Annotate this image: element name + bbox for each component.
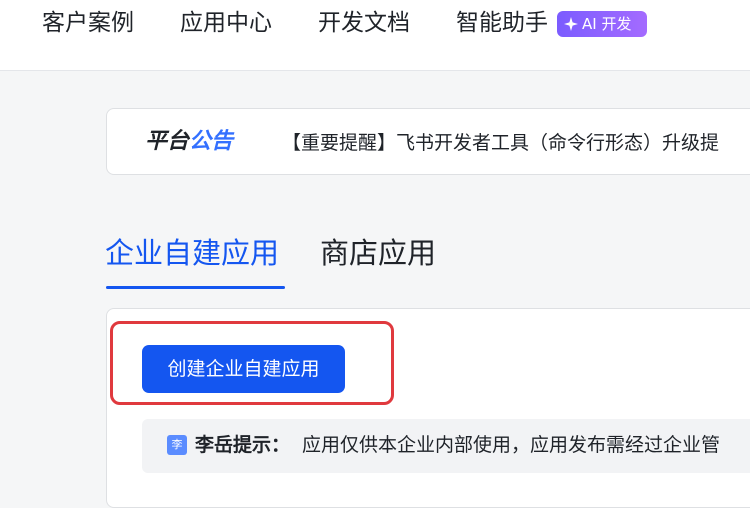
announcement-title: 平台公告 [145, 128, 233, 156]
active-tab-indicator [106, 286, 285, 289]
tip-author: 李岳提示： [195, 434, 291, 456]
tip-banner: 李 李岳提示： 应用仅供本企业内部使用，应用发布需经过企业管 [142, 419, 750, 473]
nav-item-assistant[interactable]: 智能助手 [456, 8, 548, 38]
nav-item-app-center[interactable]: 应用中心 [180, 8, 272, 38]
sparkle-icon [564, 17, 578, 31]
tab-store-apps[interactable]: 商店应用 [320, 235, 436, 271]
top-navigation: 客户案例 应用中心 开发文档 智能助手 AI 开发 [0, 0, 750, 71]
create-enterprise-app-button[interactable]: 创建企业自建应用 [142, 345, 345, 393]
announcement-title-part1: 平台 [145, 129, 190, 154]
nav-item-customer-cases[interactable]: 客户案例 [42, 8, 134, 38]
tab-enterprise-apps[interactable]: 企业自建应用 [105, 235, 279, 271]
announcement-text[interactable]: 【重要提醒】飞书开发者工具（命令行形态）升级提 [282, 131, 719, 155]
ai-badge-label: AI 开发 [582, 15, 632, 33]
nav-item-dev-docs[interactable]: 开发文档 [318, 8, 410, 38]
announcement-bar: 平台公告 【重要提醒】飞书开发者工具（命令行形态）升级提 [106, 108, 750, 175]
avatar: 李 [167, 435, 187, 455]
tip-text: 应用仅供本企业内部使用，应用发布需经过企业管 [302, 434, 721, 456]
announcement-title-part2: 公告 [189, 129, 234, 154]
ai-dev-badge[interactable]: AI 开发 [557, 11, 647, 37]
